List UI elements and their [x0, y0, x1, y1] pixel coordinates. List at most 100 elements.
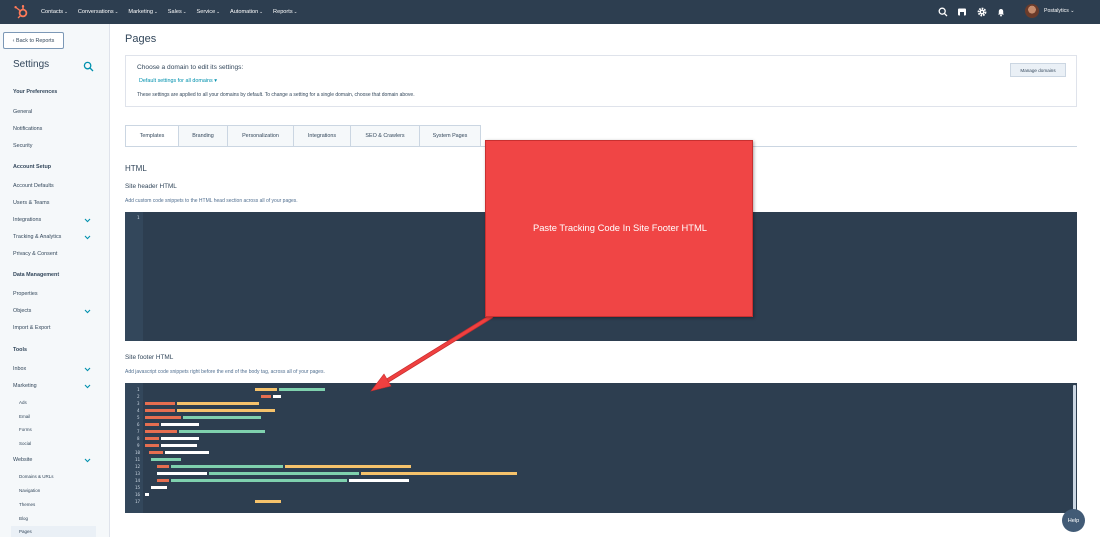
sidebar-item-marketing[interactable]: Marketing [13, 383, 37, 389]
settings-title: Settings [13, 59, 50, 70]
line-number: 3 [137, 401, 140, 406]
code-line [145, 416, 261, 419]
sidebar-item-account-defaults[interactable]: Account Defaults [13, 183, 54, 189]
menu-conversations[interactable]: Conversations⌄ [78, 9, 119, 15]
tab-branding[interactable]: Branding [179, 125, 228, 147]
section-your-preferences: Your Preferences [13, 89, 58, 95]
search-icon[interactable] [83, 61, 94, 72]
domain-dropdown[interactable]: Default settings for all domains ▾ [139, 78, 217, 84]
code-content [145, 388, 517, 503]
sidebar-item-inbox[interactable]: Inbox [13, 366, 26, 372]
chevron-down-icon[interactable] [84, 367, 91, 372]
account-menu[interactable]: Postalytics ⌄ [1044, 8, 1075, 14]
tab-personalization[interactable]: Personalization [228, 125, 294, 147]
tab-system-pages[interactable]: System Pages [420, 125, 481, 147]
chevron-down-icon[interactable] [84, 384, 91, 389]
site-footer-help: Add javascript code snippets right befor… [125, 369, 325, 375]
code-line [145, 423, 199, 426]
sidebar-subitem-themes[interactable]: Themes [19, 502, 35, 507]
line-number: 7 [137, 429, 140, 434]
menu-contacts[interactable]: Contacts⌄ [41, 9, 68, 15]
sidebar-subitem-ads[interactable]: Ads [19, 400, 27, 405]
section-account-setup: Account Setup [13, 164, 52, 170]
sidebar-item-tracking-analytics[interactable]: Tracking & Analytics [13, 234, 61, 240]
section-tools: Tools [13, 347, 27, 353]
line-number: 1 [137, 387, 140, 392]
callout-text: Paste Tracking Code In Site Footer HTML [532, 222, 708, 233]
code-line [145, 444, 197, 447]
domain-description: These settings are applied to all your d… [137, 92, 415, 98]
sidebar-item-integrations[interactable]: Integrations [13, 217, 41, 223]
sidebar-subitem-social[interactable]: Social [19, 441, 31, 446]
main-menu: Contacts⌄ Conversations⌄ Marketing⌄ Sale… [41, 0, 307, 24]
sidebar-item-website[interactable]: Website [13, 457, 32, 463]
tab-templates[interactable]: Templates [125, 125, 179, 147]
code-line [157, 479, 409, 482]
menu-automation[interactable]: Automation⌄ [230, 9, 263, 15]
sidebar-item-import-export[interactable]: Import & Export [13, 325, 50, 331]
back-to-reports-button[interactable]: ‹ Back to Reports [3, 32, 64, 49]
menu-reports[interactable]: Reports⌄ [273, 9, 297, 15]
line-number: 6 [137, 422, 140, 427]
hubspot-logo-icon[interactable] [13, 4, 29, 20]
sidebar-item-notifications[interactable]: Notifications [13, 126, 42, 132]
bell-icon[interactable] [996, 7, 1006, 17]
line-number: 5 [137, 415, 140, 420]
annotation-callout: Paste Tracking Code In Site Footer HTML [485, 140, 753, 317]
editor-scrollbar[interactable] [1073, 385, 1076, 510]
sidebar-subitem-email[interactable]: Email [19, 414, 30, 419]
marketplace-icon[interactable] [957, 7, 967, 17]
chevron-down-icon[interactable] [84, 458, 91, 463]
site-header-help: Add custom code snippets to the HTML hea… [125, 198, 298, 204]
sidebar-subitem-pages[interactable]: Pages [19, 529, 32, 534]
line-number: 10 [135, 450, 141, 455]
line-number: 16 [135, 492, 141, 497]
sidebar-subitem-blog[interactable]: Blog [19, 516, 28, 521]
code-line [145, 430, 265, 433]
help-button[interactable]: Help [1062, 509, 1085, 532]
sidebar-subitem-domains-urls[interactable]: Domains & URLs [19, 474, 54, 479]
site-header-label: Site header HTML [125, 183, 177, 190]
site-footer-code-editor[interactable]: 1 2 3 4 5 6 7 8 9 10 11 12 13 14 15 16 1… [125, 383, 1077, 513]
line-number: 8 [137, 436, 140, 441]
code-line [145, 409, 275, 412]
line-number: 11 [135, 457, 141, 462]
tab-seo-crawlers[interactable]: SEO & Crawlers [351, 125, 420, 147]
sidebar-subitem-navigation[interactable]: Navigation [19, 488, 40, 493]
chevron-down-icon[interactable] [84, 309, 91, 314]
manage-domains-button[interactable]: Manage domains [1010, 63, 1066, 77]
search-icon[interactable] [938, 7, 948, 17]
settings-tabs: Templates Branding Personalization Integ… [125, 125, 481, 147]
gear-icon[interactable] [977, 7, 987, 17]
page-title: Pages [125, 33, 157, 45]
line-number: 17 [135, 499, 141, 504]
sidebar-item-security[interactable]: Security [13, 143, 32, 149]
menu-service[interactable]: Service⌄ [197, 9, 220, 15]
sidebar-item-users-teams[interactable]: Users & Teams [13, 200, 49, 206]
menu-marketing[interactable]: Marketing⌄ [128, 9, 157, 15]
line-number: 14 [135, 478, 141, 483]
chevron-down-icon[interactable] [84, 235, 91, 240]
section-data-management: Data Management [13, 272, 60, 278]
line-number: 4 [137, 408, 140, 413]
sidebar-item-general[interactable]: General [13, 109, 32, 115]
code-line [261, 395, 281, 398]
line-number: 9 [137, 443, 140, 448]
sidebar-item-properties[interactable]: Properties [13, 291, 38, 297]
code-line [255, 500, 281, 503]
domain-selector-panel: Choose a domain to edit its settings: De… [125, 55, 1077, 107]
tab-integrations[interactable]: Integrations [294, 125, 351, 147]
domain-heading: Choose a domain to edit its settings: [137, 64, 244, 71]
sidebar-subitem-forms[interactable]: Forms [19, 427, 32, 432]
sidebar-item-objects[interactable]: Objects [13, 308, 31, 314]
line-number: 12 [135, 464, 141, 469]
settings-sidebar: ‹ Back to Reports Settings Your Preferen… [0, 24, 110, 537]
chevron-down-icon[interactable] [84, 218, 91, 223]
code-line [157, 465, 411, 468]
menu-sales[interactable]: Sales⌄ [168, 9, 187, 15]
top-navigation-bar: Contacts⌄ Conversations⌄ Marketing⌄ Sale… [0, 0, 1100, 24]
avatar[interactable] [1025, 4, 1039, 18]
code-line [255, 388, 325, 391]
code-line [145, 437, 199, 440]
sidebar-item-privacy-consent[interactable]: Privacy & Consent [13, 251, 57, 257]
